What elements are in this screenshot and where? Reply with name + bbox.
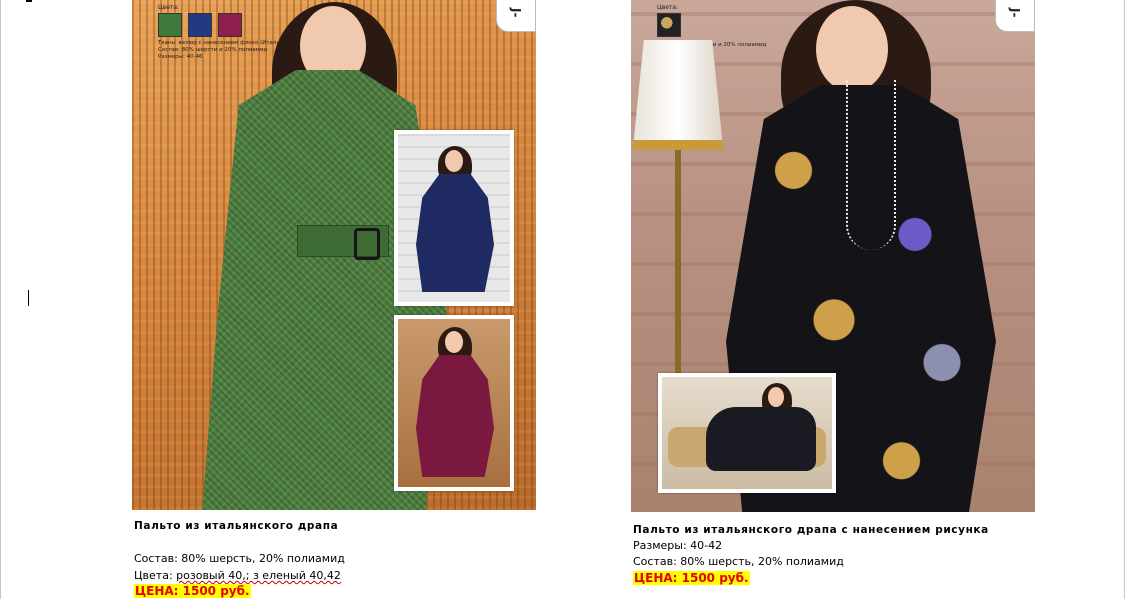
lamp-stand [675,150,681,400]
swatch-blue [188,13,212,37]
product-composition: Состав: 80% шерсть, 20% полиамид [134,552,345,565]
page-right-edge [1124,0,1125,599]
page-corner-mark [26,0,32,2]
color-swatches: Цвета: [657,4,681,37]
photo-spec-line: Состав: 80% шерсти и 20% полиамид [158,47,268,53]
catalog-tab-code: J- [496,0,536,32]
belt-buckle [354,228,380,260]
page-left-edge [0,0,1,599]
swatch-green [158,13,182,37]
catalog-tab-code: J- [995,0,1035,32]
product-title: Пальто из итальянского драпа [134,520,339,532]
pearl-necklace [846,80,896,250]
colors-value: розовый 40,; з еленый 40,42 [176,569,341,582]
inset-photo-seated-floral-coat[interactable] [658,373,836,493]
photo-spec-block: Ткань: велюр с нанесением флоко (Италия)… [158,40,285,61]
product-photo-floral-coat[interactable]: J- Цвета: Состав: 80% шерсти и 20% полиа… [631,0,1035,512]
inset-face [445,331,463,353]
blue-coat [416,174,494,292]
lamp-shade [633,40,723,148]
colors-label: Цвета: [134,569,177,582]
swatch-heading: Цвета: [158,4,180,11]
product-title: Пальто из итальянского драпа с нанесение… [633,524,989,536]
photo-spec-line: Ткань: велюр с нанесением флоко (Италия) [158,40,286,46]
burgundy-coat [416,355,494,477]
swatch-burgundy [218,13,242,37]
lamp-fringe [633,140,723,150]
inset-face [445,150,463,172]
text-cursor [28,290,29,306]
product-colors: Цвета: розовый 40,; з еленый 40,42 [134,569,341,582]
photo-spec-line: Размеры: 40-46 [158,54,203,60]
product-price: ЦЕНА: 1500 руб. [134,584,251,598]
swatch-floral [657,13,681,37]
swatch-heading: Цвета: [657,4,679,11]
floral-coat-seated [706,407,816,471]
product-price: ЦЕНА: 1500 руб. [633,571,750,585]
inset-face [768,387,784,407]
product-photo-green-coat[interactable]: J- Цвета: Ткань: велюр с нанесением флок… [132,0,536,510]
inset-photo-burgundy-coat[interactable] [394,315,514,491]
color-swatches: Цвета: [158,4,242,37]
inset-photo-blue-coat[interactable] [394,130,514,306]
product-composition: Состав: 80% шерсть, 20% полиамид [633,555,844,568]
product-sizes: Размеры: 40-42 [633,539,723,552]
